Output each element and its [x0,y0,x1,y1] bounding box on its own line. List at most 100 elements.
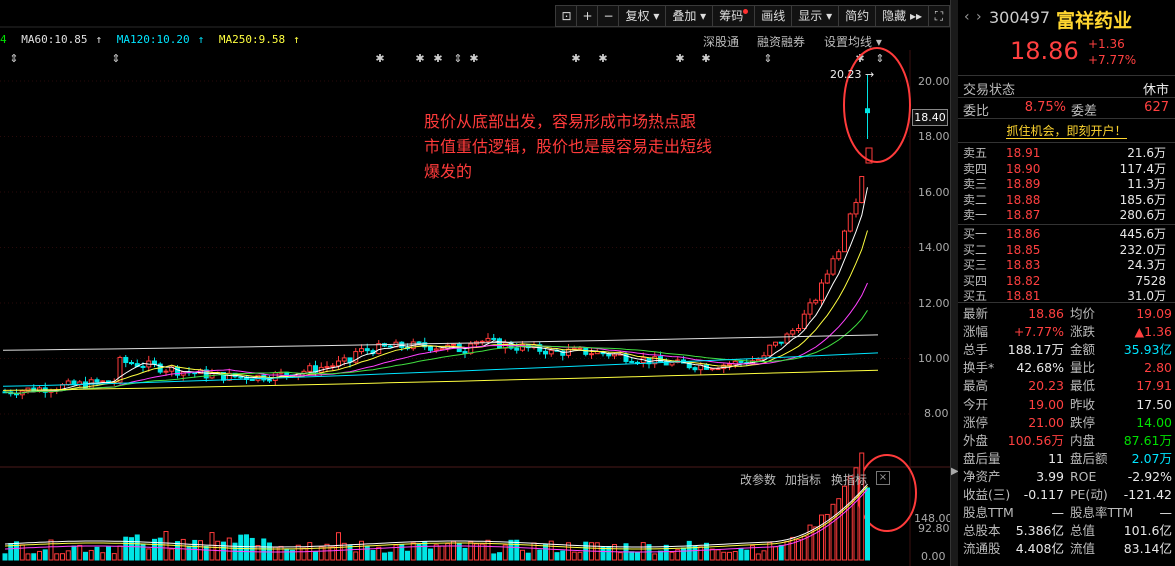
bid-row[interactable]: 买二 18.85 232.0万 [962,243,1172,257]
volume-bar [830,503,836,561]
hide-button[interactable]: 隐藏 ▸▸ [875,5,929,27]
candle [364,348,370,352]
bid-row[interactable]: 买三 18.83 24.3万 [962,258,1172,272]
chart-area[interactable]: ⇕ ⇕ ✱ ✱ ✱ ⇕ ✱ ✱ ✱ ✱ ✱ ⇕ ✱ ⇕ ⊡ + − 复权 ▾ 叠加 ▾ 筹码 画线 显示 … [0,0,950,566]
volume-bar [226,537,232,561]
next-stock-icon[interactable]: › [976,9,982,25]
bid-row[interactable]: 买五 18.81 31.0万 [962,289,1172,303]
stat-label: 最高 [963,378,989,394]
volume-bar [514,539,520,561]
volume-bar [123,536,129,561]
volume-bar [330,546,336,561]
chip-button[interactable]: 筹码 [712,5,756,27]
stat-value: 20.23 [1028,378,1064,394]
level-price: 18.83 [1006,258,1041,272]
candle [865,108,870,114]
candle [767,344,773,357]
simple-button[interactable]: 简约 [838,5,877,27]
restore-right-button[interactable]: 复权 ▾ [618,5,667,27]
volume-bar [520,549,525,561]
ask-row[interactable]: 卖四 18.90 117.4万 [962,162,1172,176]
candle [727,363,732,366]
stat-label: 最新 [963,306,989,321]
volume-bar [301,547,307,561]
candle [571,347,577,350]
current-price-tag: 18.40 [912,109,948,126]
chart-toolbar: ⊡ + − 复权 ▾ 叠加 ▾ 筹码 画线 显示 ▾ 简约 隐藏 ▸▸ ⛶ [555,5,950,27]
divider [958,224,1175,225]
level-price: 18.85 [1006,242,1041,257]
stat-label: 内盘 [1070,432,1096,448]
bid-row[interactable]: 买一 18.86 445.6万 [962,227,1172,241]
volume-bar [65,550,71,561]
ma120-label: MA120:10.20 [116,33,190,46]
volume-bar [663,544,669,561]
ma-legend: 4 MA60:10.85 ↑ MA120:10.20 ↑ MA250:9.58 ↑ [0,33,300,46]
switch-indicator-link[interactable]: 换指标 [831,471,867,488]
ma-long-line [2,334,879,351]
volume-bar [600,546,606,561]
open-account-link[interactable]: 抓住机会，即刻开户！ [958,122,1175,139]
fullscreen-icon[interactable]: ⛶ [928,5,950,27]
candle [152,360,157,365]
close-icon[interactable]: × [876,471,890,485]
add-indicator-link[interactable]: 加指标 [785,471,821,488]
level-label: 卖五 [963,146,988,160]
stat-value: ▲1.36 [1134,324,1172,340]
divider [958,97,1175,98]
volume-bar [88,549,94,561]
volume-bar [755,553,761,561]
candle [801,313,807,330]
stat-value: 35.93亿 [1123,342,1172,358]
ma-long-line [2,369,879,391]
overlay-button[interactable]: 叠加 ▾ [665,5,714,27]
stat-value: 4.408亿 [1015,541,1064,557]
stat-label: 量比 [1070,360,1096,376]
ask-row[interactable]: 卖五 18.91 21.6万 [962,146,1172,160]
stat-label: 流值 [1070,541,1096,557]
volume-bar [203,545,209,561]
draw-line-button[interactable]: 画线 [754,5,793,27]
hk-connect-link[interactable]: 深股通 [703,33,739,50]
candle [778,341,784,344]
candle [330,365,336,368]
minus-icon[interactable]: − [597,5,620,27]
display-button[interactable]: 显示 ▾ [791,5,840,27]
ma60-label: MA60:10.85 [21,33,88,46]
plus-icon[interactable]: + [576,5,599,27]
stat-label: 总股本 [963,523,1001,539]
candle [692,367,698,371]
stat-label: 净资产 [963,468,1001,484]
ask-row[interactable]: 卖一 18.87 280.6万 [962,208,1172,222]
prev-stock-icon[interactable]: ‹ [964,9,970,25]
ask-row[interactable]: 卖二 18.88 185.6万 [962,193,1172,207]
candle [267,379,272,382]
candle [485,337,491,342]
volume-bar [336,532,341,561]
volume-bar [865,487,870,561]
volume-bar [238,534,244,561]
volume-bar [25,553,31,561]
edit-params-link[interactable]: 改参数 [740,471,776,488]
candle [238,376,244,379]
volume-bar [295,544,301,561]
ask-row[interactable]: 卖三 18.89 11.3万 [962,177,1172,191]
ma-legend-item: 4 [0,33,7,46]
lock-icon[interactable]: ⊡ [555,5,578,27]
volume-bar [163,531,169,561]
event-marker-icon: ⇕ [111,52,120,65]
level-price: 18.89 [1006,177,1041,191]
volume-bar [83,551,88,561]
volume-bar [439,545,445,561]
bid-row[interactable]: 买四 18.82 7528 [962,274,1172,288]
stat-value: 2.07万 [1131,450,1172,466]
volume-bar [376,546,382,561]
ma-settings-link[interactable]: 设置均线 ▾ [824,33,882,50]
candle [433,348,439,351]
margin-trading-link[interactable]: 融资融券 [757,33,805,50]
level-label: 买三 [963,258,988,272]
volume-bar [134,534,140,561]
level-volume: 280.6万 [1119,208,1166,222]
volume-bar [704,542,709,561]
level-volume: 185.6万 [1119,192,1166,207]
